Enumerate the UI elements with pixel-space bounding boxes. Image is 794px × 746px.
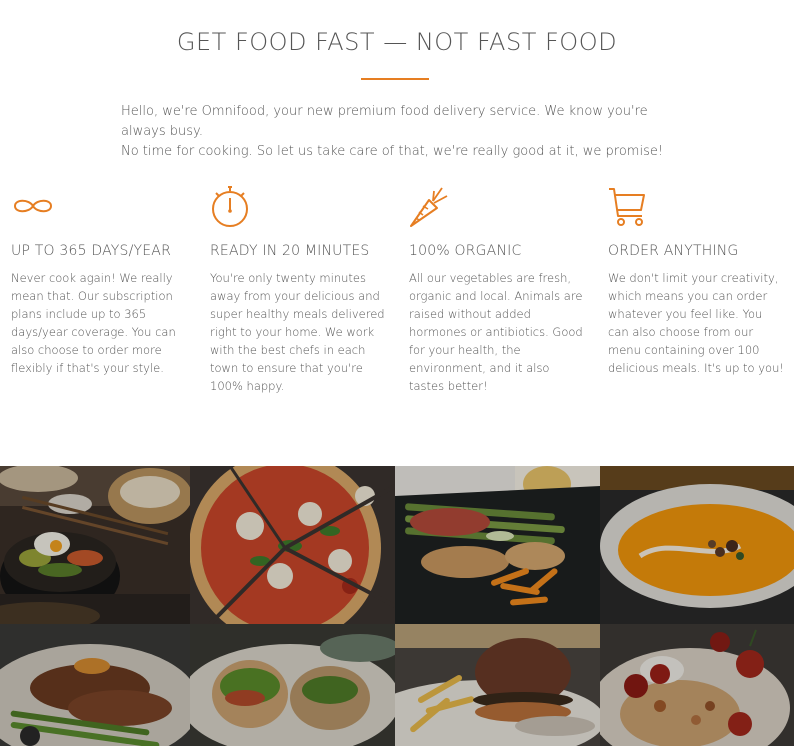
- photo-overlay: [395, 466, 600, 624]
- heading-divider: [361, 78, 429, 80]
- photo-overlay: [190, 466, 395, 624]
- features-section: GET FOOD FAST — NOT FAST FOOD Hello, we'…: [0, 0, 794, 466]
- feature-title: ORDER ANYTHING: [608, 243, 739, 259]
- feature-title: READY IN 20 MINUTES: [210, 243, 370, 259]
- cart-icon: [608, 186, 786, 228]
- feature-title: 100% ORGANIC: [409, 243, 522, 259]
- photo-overlay: [190, 624, 395, 746]
- carrot-icon: [409, 186, 587, 228]
- photo-overlay: [0, 624, 190, 746]
- feature-text: We don't limit your creativity, which me…: [608, 271, 784, 375]
- photo-overlay: [395, 624, 600, 746]
- photo-overlay: [600, 466, 794, 624]
- photo-overlay: [0, 466, 190, 624]
- steak-photo[interactable]: [0, 624, 190, 746]
- pumpkin-soup-photo[interactable]: [600, 466, 794, 624]
- section-intro: Hello, we're Omnifood, your new premium …: [121, 102, 681, 162]
- feature-box-ready: READY IN 20 MINUTES You're only twenty m…: [210, 186, 388, 395]
- intro-line-1: Hello, we're Omnifood, your new premium …: [121, 104, 648, 139]
- feature-text: All our vegetables are fresh, organic an…: [409, 271, 583, 393]
- meals-showcase: [0, 466, 794, 746]
- korean-bibimbap-photo[interactable]: [0, 466, 190, 624]
- photo-overlay: [600, 624, 794, 746]
- section-heading: GET FOOD FAST — NOT FAST FOOD: [176, 28, 618, 56]
- burger-photo[interactable]: [395, 624, 600, 746]
- feature-title: UP TO 365 DAYS/YEAR: [11, 243, 172, 259]
- feature-text: You're only twenty minutes away from you…: [210, 271, 385, 393]
- intro-line-2: No time for cooking. So let us take care…: [121, 144, 664, 159]
- feature-box-organic: 100% ORGANIC All our vegetables are fres…: [409, 186, 587, 395]
- wrap-photo[interactable]: [190, 624, 395, 746]
- feature-text: Never cook again! We really mean that. O…: [11, 271, 176, 375]
- stopwatch-icon: [210, 186, 388, 228]
- feature-box-days: UP TO 365 DAYS/YEAR Never cook again! We…: [11, 186, 189, 377]
- pizza-photo[interactable]: [190, 466, 395, 624]
- infinity-icon: [11, 186, 189, 228]
- feature-box-order: ORDER ANYTHING We don't limit your creat…: [608, 186, 786, 377]
- chicken-asparagus-photo[interactable]: [395, 466, 600, 624]
- granola-bowl-photo[interactable]: [600, 624, 794, 746]
